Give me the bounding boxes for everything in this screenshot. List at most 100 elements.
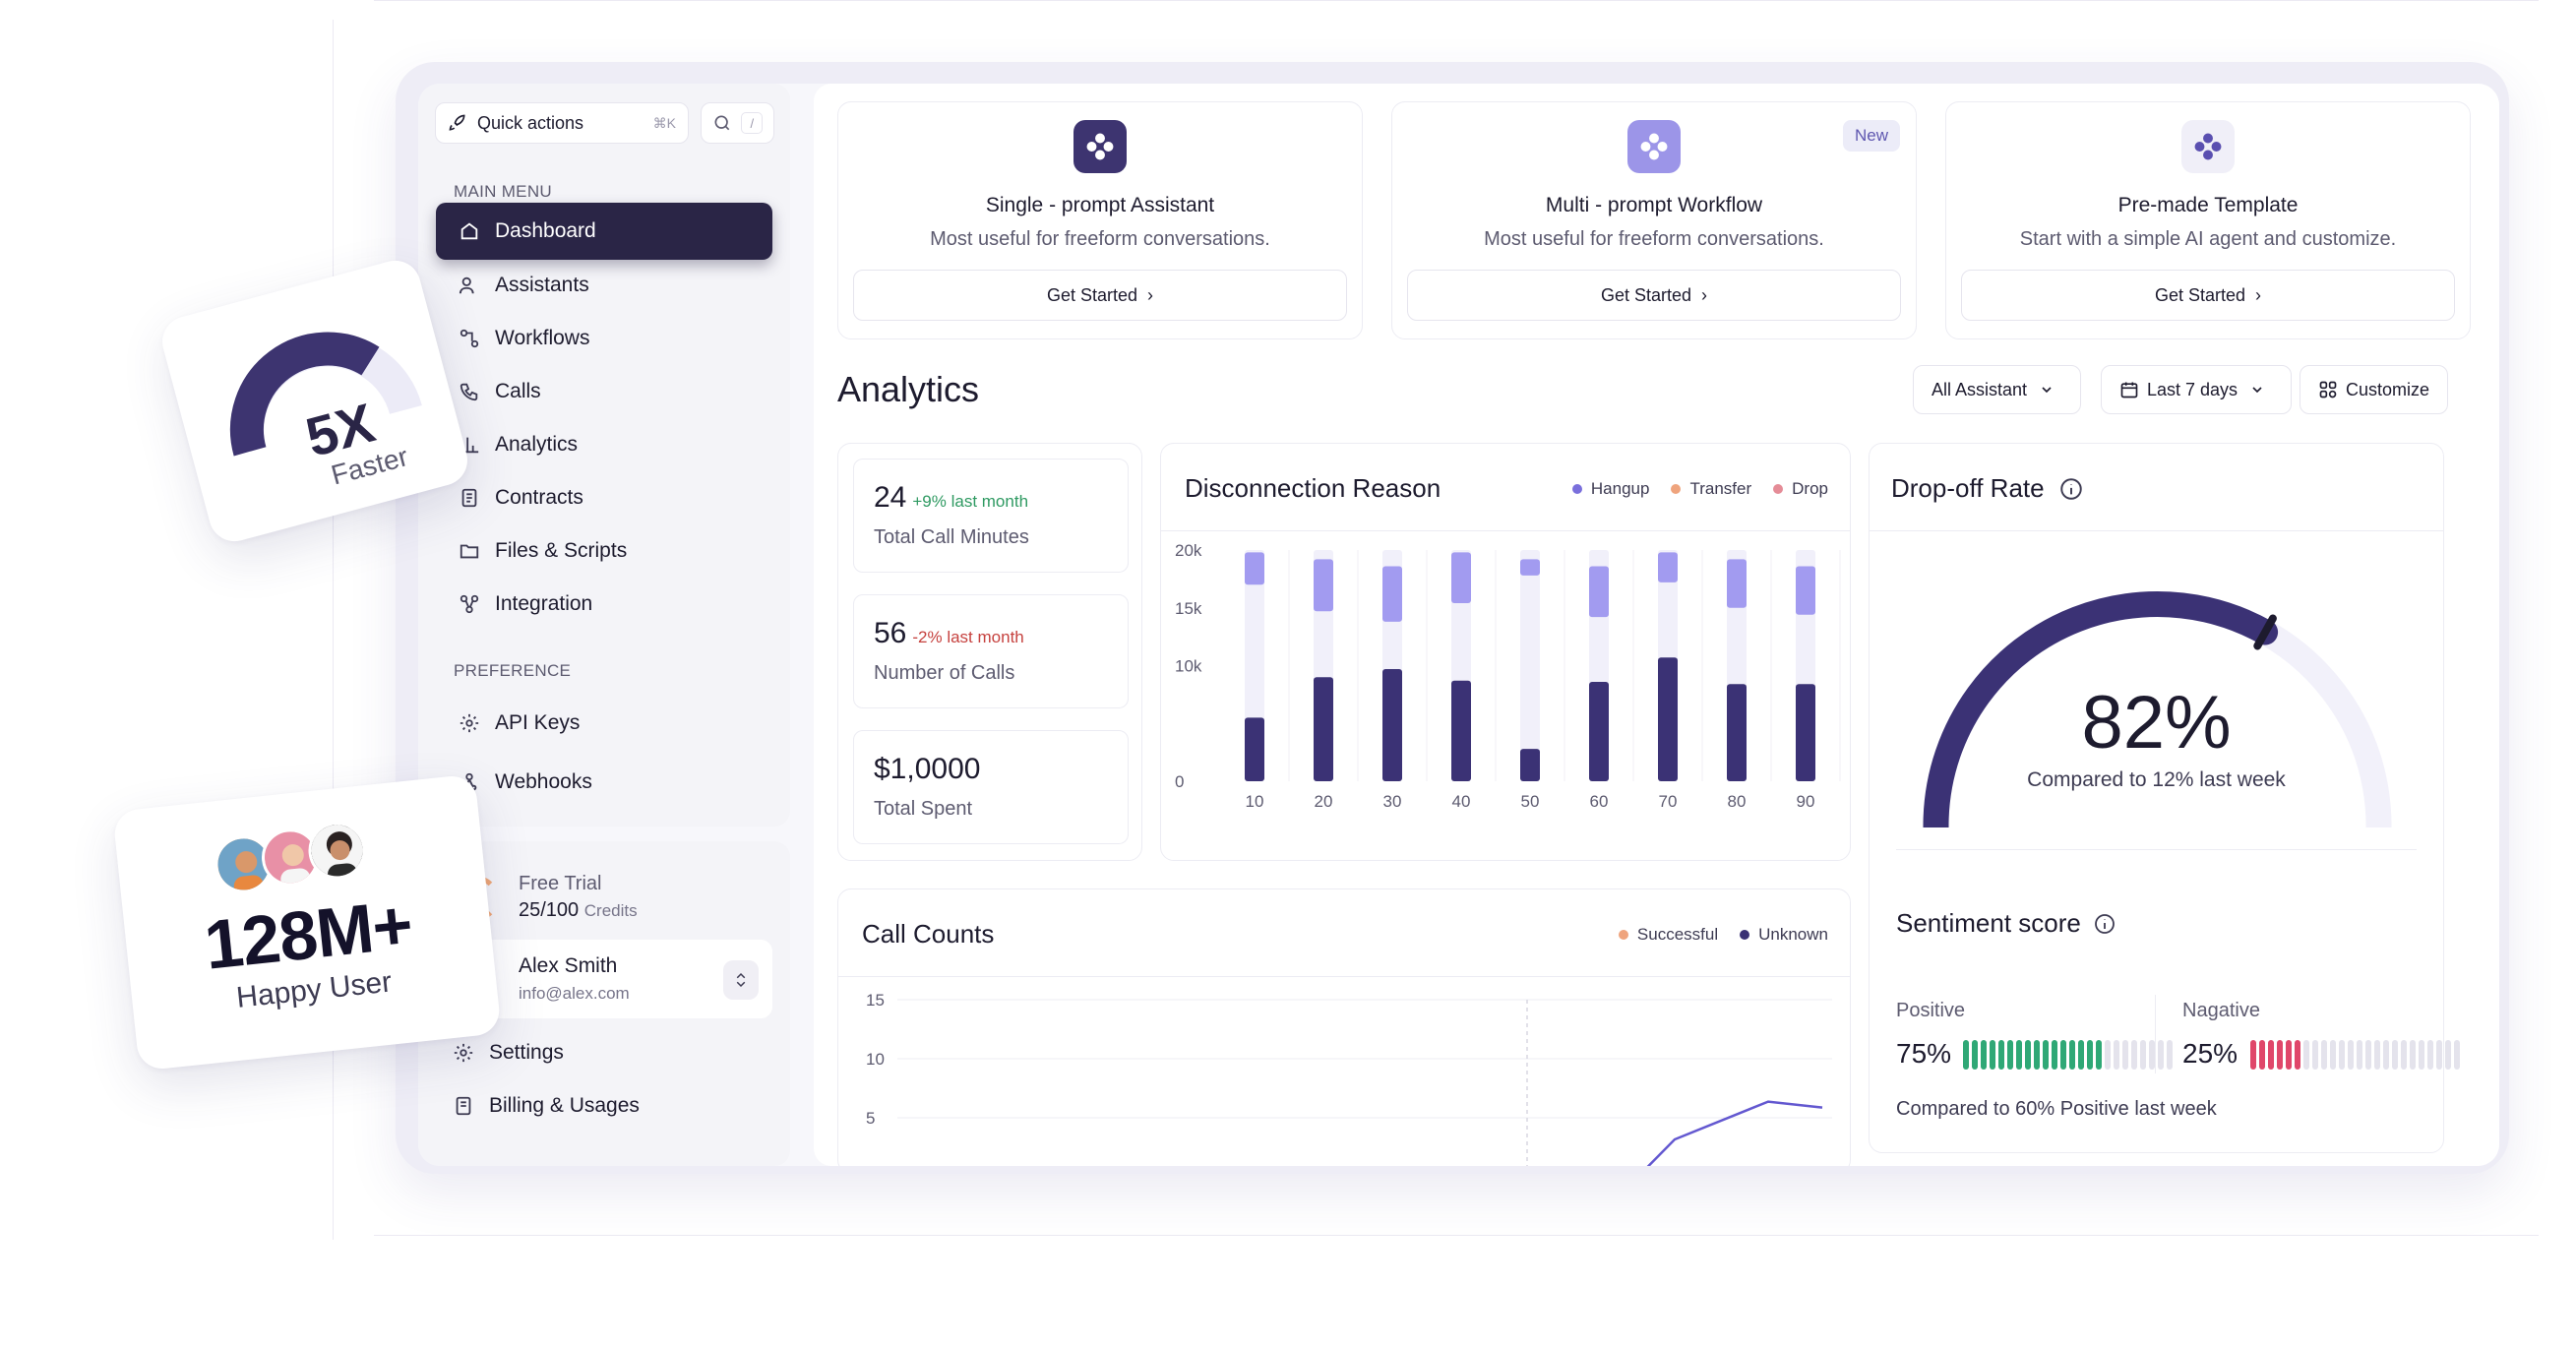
- meter-segment: [2087, 1040, 2093, 1070]
- sidebar-item-dashboard[interactable]: Dashboard: [436, 203, 772, 260]
- sidebar-item-integration[interactable]: Integration: [436, 576, 772, 633]
- chevron-right-icon: ›: [1147, 284, 1154, 305]
- background-line: [374, 0, 2539, 1]
- negative-label: Nagative: [2182, 1000, 2260, 1021]
- stat-label: Total Spent: [874, 798, 973, 820]
- sidebar-item-api-keys[interactable]: API Keys: [436, 695, 772, 752]
- assistant-logo-icon: [1073, 120, 1127, 173]
- meter-segment: [2357, 1040, 2362, 1070]
- sidebar-item-label: Workflows: [495, 327, 590, 349]
- dropoff-title-row: Drop-off Rate: [1891, 473, 2084, 504]
- meter-segment: [2114, 1040, 2119, 1070]
- trial-credits-unit: Credits: [583, 901, 638, 920]
- meter-segment: [2348, 1040, 2354, 1070]
- x-tick-label: 80: [1728, 792, 1747, 811]
- user-name: Alex Smith: [519, 954, 618, 977]
- assistant-filter-dropdown[interactable]: All Assistant: [1913, 365, 2082, 414]
- meter-segment: [2043, 1040, 2049, 1070]
- legend-dot: [1671, 484, 1682, 494]
- bar-hangup: [1314, 677, 1333, 781]
- meter-segment: [2025, 1040, 2031, 1070]
- meter-segment: [2250, 1040, 2256, 1070]
- bar-transfer: [1245, 552, 1264, 585]
- sidebar-item-label: Settings: [489, 1041, 564, 1064]
- app-window: Quick actions ⌘K / MAIN MENU Dashboard A…: [418, 84, 2499, 1166]
- sidebar-item-billing[interactable]: Billing & Usages: [430, 1077, 767, 1134]
- stat-value: $1,0000: [874, 753, 981, 785]
- y-tick-label: 10: [866, 1050, 885, 1069]
- sidebar-item-label: Contracts: [495, 486, 583, 509]
- meter-segment: [1998, 1040, 2004, 1070]
- quick-actions-label: Quick actions: [477, 112, 584, 133]
- card-divider: [1161, 530, 1850, 531]
- workflow-logo-icon: [1627, 120, 1681, 173]
- x-tick-label: 40: [1452, 792, 1471, 811]
- stat-value: 56: [874, 617, 907, 649]
- stat-value-row: 56 -2% last month: [874, 617, 1024, 650]
- bar-transfer: [1658, 552, 1678, 582]
- bar-transfer: [1451, 552, 1471, 604]
- phone-icon: [458, 380, 481, 403]
- sidebar-item-label: Billing & Usages: [489, 1094, 640, 1117]
- bar-hangup: [1589, 681, 1609, 781]
- get-started-button[interactable]: Get Started ›: [1961, 270, 2455, 321]
- bar-transfer: [1382, 566, 1402, 622]
- sidebar-item-workflows[interactable]: Workflows: [436, 310, 772, 367]
- stat-change: -2% last month: [912, 628, 1024, 646]
- search-button[interactable]: /: [701, 102, 774, 144]
- analytics-title: Analytics: [837, 369, 980, 409]
- y-tick-label: 10k: [1175, 657, 1202, 676]
- card-divider: [1896, 849, 2417, 850]
- get-started-button[interactable]: Get Started ›: [853, 270, 1347, 321]
- sidebar-item-label: Integration: [495, 592, 593, 615]
- x-tick-label: 20: [1315, 792, 1333, 811]
- legend-label: Transfer: [1689, 479, 1752, 498]
- info-icon[interactable]: [2058, 476, 2084, 502]
- info-icon[interactable]: [2093, 912, 2116, 936]
- meter-segment: [2427, 1040, 2433, 1070]
- happy-users-card: 128M+ Happy User: [112, 773, 502, 1072]
- sidebar-item-analytics[interactable]: Analytics: [436, 416, 772, 473]
- customize-button[interactable]: Customize: [2300, 365, 2449, 414]
- chevron-updown-icon[interactable]: [723, 960, 759, 1000]
- meter-segment: [2383, 1040, 2389, 1070]
- chevron-right-icon: ›: [2255, 284, 2262, 305]
- main-menu-label: MAIN MENU: [454, 182, 552, 201]
- date-range-dropdown[interactable]: Last 7 days: [2101, 365, 2293, 414]
- billing-icon: [452, 1094, 475, 1118]
- bar-hangup: [1658, 657, 1678, 781]
- meter-segment: [2034, 1040, 2040, 1070]
- x-tick-label: 70: [1659, 792, 1678, 811]
- sidebar-item-label: Dashboard: [495, 219, 596, 242]
- legend-dot: [1571, 484, 1582, 494]
- legend-item-drop: Drop: [1773, 479, 1828, 499]
- sidebar-item-contracts[interactable]: Contracts: [436, 469, 772, 526]
- legend-item-successful: Successful: [1618, 925, 1719, 945]
- contract-icon: [458, 486, 481, 510]
- meter-segment: [2167, 1040, 2173, 1070]
- legend-item-hangup: Hangup: [1571, 479, 1650, 499]
- legend-label: Successful: [1636, 925, 1719, 944]
- stats-card: 24 +9% last month Total Call Minutes 56 -2…: [837, 443, 1142, 861]
- get-started-button[interactable]: Get Started ›: [1407, 270, 1901, 321]
- meter-segment: [2295, 1040, 2300, 1070]
- meter-segment: [2131, 1040, 2137, 1070]
- search-icon: [714, 115, 730, 131]
- meter-segment: [2277, 1040, 2283, 1070]
- disconnection-bar-chart: 0 10k 15k 20k 10 20 30 40 50 60 70 80 90: [1175, 541, 1841, 811]
- quick-actions-button[interactable]: Quick actions ⌘K: [435, 102, 689, 144]
- sidebar-item-assistants[interactable]: Assistants: [436, 257, 772, 314]
- assistant-filter-label: All Assistant: [1932, 379, 2028, 399]
- sentiment-divider: [2155, 995, 2156, 1073]
- sidebar-item-webhooks[interactable]: Webhooks: [436, 754, 772, 811]
- meter-segment: [2410, 1040, 2416, 1070]
- trial-title: Free Trial: [519, 873, 602, 894]
- sidebar-item-calls[interactable]: Calls: [436, 363, 772, 420]
- meter-segment: [2259, 1040, 2265, 1070]
- gear-icon: [452, 1041, 475, 1065]
- meter-segment: [1972, 1040, 1978, 1070]
- sidebar-item-files-scripts[interactable]: Files & Scripts: [436, 522, 772, 580]
- legend-label: Hangup: [1590, 479, 1650, 498]
- card-divider: [1870, 530, 2443, 531]
- x-tick-label: 90: [1797, 792, 1815, 811]
